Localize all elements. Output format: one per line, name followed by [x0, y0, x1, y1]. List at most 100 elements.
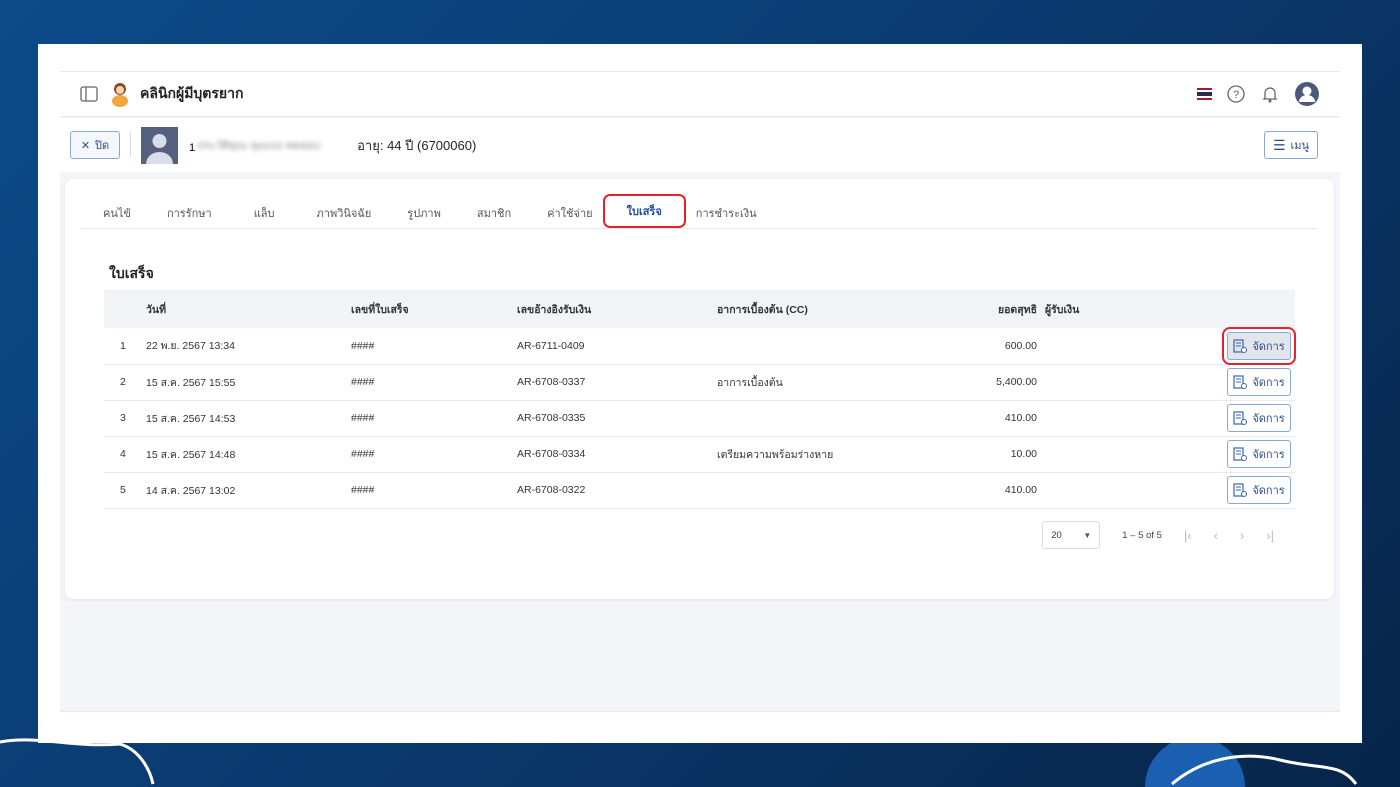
- row-index: 3: [104, 400, 146, 437]
- manage-button[interactable]: จัดการ: [1227, 440, 1291, 468]
- manage-button[interactable]: จัดการ: [1227, 368, 1291, 396]
- action-cell: จัดการ: [1147, 436, 1295, 473]
- clinic-logo-icon: [112, 83, 128, 107]
- patient-name: ประวัติคุณ จุมแจง ทดสอบ: [197, 140, 321, 152]
- patient-avatar: [141, 126, 178, 164]
- help-icon[interactable]: ?: [1226, 84, 1246, 104]
- prev-page-icon[interactable]: ‹: [1214, 528, 1218, 543]
- sidebar-toggle-icon[interactable]: [80, 86, 98, 102]
- date: 15 ส.ค. 2567 14:48: [146, 436, 351, 473]
- tab-payment[interactable]: การชำระเงิน: [686, 196, 767, 230]
- tab-receipts[interactable]: ใบเสร็จ: [602, 193, 686, 228]
- tab-photos[interactable]: รูปภาพ: [397, 196, 451, 230]
- hamburger-icon: ☰: [1272, 136, 1286, 153]
- receipt-icon: [1233, 447, 1248, 461]
- cc: [717, 400, 937, 437]
- net-total: 600.00: [937, 328, 1037, 365]
- action-cell: จัดการ: [1147, 472, 1295, 509]
- pagination: 20 ▼ 1 – 5 of 5 |‹ ‹ › ›|: [1042, 521, 1274, 549]
- receipts-card: คนไข้ การรักษา แล็บ ภาพวินิจฉัย รูปภาพ ส…: [65, 179, 1334, 599]
- receipt-icon: [1233, 375, 1248, 389]
- tab-treatment[interactable]: การรักษา: [157, 196, 222, 230]
- page-size-select[interactable]: 20 ▼: [1042, 521, 1101, 549]
- table-row: 3 15 ส.ค. 2567 14:53 #### AR-6708-0335 410.0…: [104, 400, 1295, 437]
- receiver: [1037, 436, 1147, 473]
- table-header: วันที่ เลขที่ใบเสร็จ เลขอ้างอิงรับเงิน อ…: [104, 290, 1295, 328]
- next-page-icon[interactable]: ›: [1240, 528, 1244, 543]
- col-ref-no: เลขอ้างอิงรับเงิน: [517, 290, 717, 328]
- action-cell: จัดการ: [1147, 364, 1295, 401]
- page-range: 1 – 5 of 5: [1122, 529, 1162, 541]
- net-total: 410.00: [937, 400, 1037, 437]
- tab-imaging[interactable]: ภาพวินิจฉัย: [307, 196, 382, 230]
- close-button[interactable]: ✕ ปิด: [70, 131, 120, 159]
- patient-index: 1: [189, 142, 196, 154]
- date: 22 พ.ย. 2567 13:34: [146, 328, 351, 365]
- tab-patient[interactable]: คนไข้: [93, 196, 141, 230]
- divider: [130, 132, 131, 158]
- col-receiver: ผู้รับเงิน: [1037, 290, 1147, 328]
- cc: [717, 328, 937, 365]
- ref-no: AR-6708-0322: [517, 472, 717, 509]
- thai-flag-icon[interactable]: [1197, 88, 1212, 100]
- receipt-no: ####: [351, 400, 517, 437]
- col-date: วันที่: [146, 290, 351, 328]
- net-total: 410.00: [937, 472, 1037, 509]
- receiver: [1037, 364, 1147, 401]
- date: 15 ส.ค. 2567 15:55: [146, 364, 351, 401]
- row-index: 4: [104, 436, 146, 473]
- action-cell: จัดการ: [1147, 326, 1296, 365]
- receipt-icon: [1233, 339, 1248, 353]
- receiver: [1037, 400, 1147, 437]
- tab-expenses[interactable]: ค่าใช้จ่าย: [537, 196, 602, 230]
- manage-button[interactable]: จัดการ: [1227, 476, 1291, 504]
- table-row: 2 15 ส.ค. 2567 15:55 #### AR-6708-0337 อาการ…: [104, 364, 1295, 401]
- receipt-icon: [1233, 483, 1248, 497]
- top-header: คลินิกผู้มีบุตรยาก ?: [60, 72, 1340, 117]
- user-avatar-icon[interactable]: [1294, 81, 1320, 107]
- last-page-icon[interactable]: ›|: [1266, 528, 1274, 543]
- receipts-table: วันที่ เลขที่ใบเสร็จ เลขอ้างอิงรับเงิน อ…: [104, 290, 1296, 509]
- ref-no: AR-6708-0335: [517, 400, 717, 437]
- receipt-icon: [1233, 411, 1248, 425]
- receiver: [1037, 472, 1147, 509]
- cc: เตรียมความพร้อมร่างหาย: [717, 436, 937, 473]
- receipt-no: ####: [351, 436, 517, 473]
- dropdown-arrow-icon: ▼: [1083, 530, 1092, 540]
- ref-no: AR-6708-0337: [517, 364, 717, 401]
- manage-button[interactable]: จัดการ: [1222, 326, 1296, 365]
- date: 14 ส.ค. 2567 13:02: [146, 472, 351, 509]
- receiver: [1037, 328, 1147, 365]
- table-row: 1 22 พ.ย. 2567 13:34 #### AR-6711-0409 600.0…: [104, 326, 1296, 365]
- patient-age: อายุ: 44 ปี (6700060): [357, 137, 477, 153]
- app-window: คลินิกผู้มีบุตรยาก ? ✕ ปิด 1 ประวัติคุณ จ…: [60, 71, 1340, 712]
- row-index: 1: [104, 328, 146, 365]
- clinic-name: คลินิกผู้มีบุตรยาก: [140, 85, 244, 101]
- cc: [717, 472, 937, 509]
- col-cc: อาการเบื้องต้น (CC): [717, 290, 937, 328]
- bell-icon[interactable]: [1260, 84, 1280, 104]
- row-index: 2: [104, 364, 146, 401]
- cc: อาการเบื้องต้น: [717, 364, 937, 401]
- tab-members[interactable]: สมาชิก: [467, 196, 521, 230]
- receipt-no: ####: [351, 472, 517, 509]
- tab-lab[interactable]: แล็บ: [244, 196, 285, 230]
- table-row: 5 14 ส.ค. 2567 13:02 #### AR-6708-0322 410.0…: [104, 472, 1295, 509]
- date: 15 ส.ค. 2567 14:53: [146, 400, 351, 437]
- patient-bar: ✕ ปิด 1 ประวัติคุณ จุมแจง ทดสอบ อายุ: 44 …: [60, 118, 1340, 172]
- col-net-total: ยอดสุทธิ: [937, 290, 1037, 328]
- receipt-no: ####: [351, 328, 517, 365]
- row-index: 5: [104, 472, 146, 509]
- action-cell: จัดการ: [1147, 400, 1295, 437]
- col-receipt-no: เลขที่ใบเสร็จ: [351, 290, 517, 328]
- ref-no: AR-6711-0409: [517, 328, 717, 365]
- svg-text:?: ?: [1233, 89, 1239, 101]
- menu-button[interactable]: ☰ เมนู: [1264, 131, 1318, 159]
- tab-bar: คนไข้ การรักษา แล็บ ภาพวินิจฉัย รูปภาพ ส…: [81, 193, 1318, 230]
- manage-button[interactable]: จัดการ: [1227, 404, 1291, 432]
- section-title: ใบเสร็จ: [109, 265, 154, 281]
- table-row: 4 15 ส.ค. 2567 14:48 #### AR-6708-0334 เตรีย…: [104, 436, 1295, 473]
- screenshot-frame: คลินิกผู้มีบุตรยาก ? ✕ ปิด 1 ประวัติคุณ จ…: [38, 44, 1362, 743]
- close-icon: ✕: [80, 139, 91, 152]
- first-page-icon[interactable]: |‹: [1184, 528, 1192, 543]
